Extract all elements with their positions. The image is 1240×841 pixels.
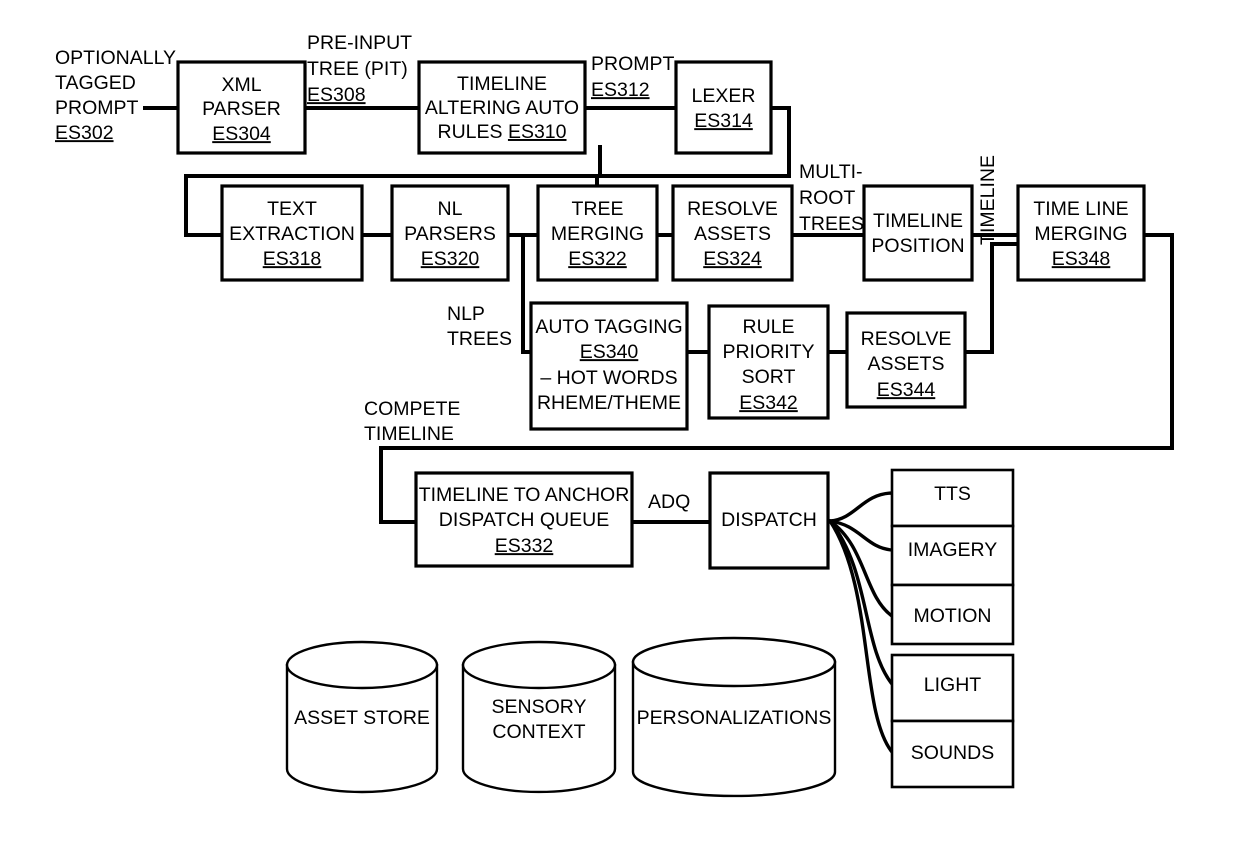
nl-parsers-line-2: PARSERS (404, 223, 496, 245)
label-pre-input-tree: PRE-INPUT TREE (PIT) ES308 (307, 32, 412, 106)
xml-parser-line-1: XML (221, 74, 261, 96)
time-line-merging-line-2: MERGING (1034, 223, 1127, 245)
timeline-anchor-ref: ES332 (495, 535, 554, 557)
flowchart-canvas: XML PARSER ES304 TIMELINE ALTERING AUTO … (55, 32, 1174, 798)
label-prompt-312: PROMPT ES312 (591, 53, 675, 101)
output-label-imagery: IMAGERY (908, 539, 998, 561)
tree-merging-ref: ES322 (568, 248, 627, 270)
output-group-b: LIGHT SOUNDS (890, 653, 1015, 789)
otp-line-3: PROMPT (55, 97, 139, 119)
box-xml-parser[interactable]: XML PARSER ES304 (176, 60, 307, 155)
timeline-rules-ref: ES310 (508, 121, 567, 143)
nlp-line-2: TREES (447, 328, 512, 350)
time-line-merging-line-1: TIME LINE (1033, 198, 1128, 220)
box-time-line-merging[interactable]: TIME LINE MERGING ES348 (1016, 184, 1146, 282)
nl-parsers-line-1: NL (438, 198, 463, 220)
box-auto-tagging[interactable]: AUTO TAGGING ES340 – HOT WORDS RHEME/THE… (529, 301, 689, 431)
tree-merging-line-2: MERGING (551, 223, 644, 245)
box-resolve-assets-324[interactable]: RESOLVE ASSETS ES324 (671, 184, 794, 282)
timeline-position-line-2: POSITION (871, 235, 964, 257)
xml-parser-line-2: PARSER (202, 98, 281, 120)
auto-tagging-line-3: – HOT WORDS (540, 367, 677, 389)
box-timeline-to-anchor-dispatch-queue[interactable]: TIMELINE TO ANCHOR DISPATCH QUEUE ES332 (414, 471, 634, 568)
label-nlp-trees: NLP TREES (447, 303, 512, 350)
mrt-line-1: MULTI- (799, 161, 863, 183)
text-extraction-ref: ES318 (263, 248, 322, 270)
box-tree-merging[interactable]: TREE MERGING ES322 (536, 184, 659, 282)
pit-ref: ES308 (307, 84, 366, 106)
resolve-assets-344-line-2: ASSETS (868, 353, 945, 375)
output-label-motion: MOTION (914, 605, 992, 627)
time-line-merging-ref: ES348 (1052, 248, 1111, 270)
output-group-a: TTS IMAGERY MOTION (890, 468, 1015, 646)
resolve-assets-324-ref: ES324 (703, 248, 762, 270)
text-extraction-line-1: TEXT (267, 198, 317, 220)
datastore-label-asset-store: ASSET STORE (294, 707, 430, 729)
compete-line-1: COMPETE (364, 398, 460, 420)
otp-ref: ES302 (55, 122, 114, 144)
lexer-line-1: LEXER (692, 85, 756, 107)
pit-line-2: TREE (PIT) (307, 58, 408, 80)
output-label-sounds: SOUNDS (911, 742, 994, 764)
label-adq: ADQ (648, 491, 690, 513)
box-resolve-assets-344[interactable]: RESOLVE ASSETS ES344 (845, 311, 967, 409)
resolve-assets-344-ref: ES344 (877, 379, 936, 401)
timeline-anchor-line-2: DISPATCH QUEUE (439, 509, 609, 531)
otp-line-1: OPTIONALLY (55, 47, 176, 69)
edge-dispatch-to-light (828, 519, 894, 686)
rule-priority-ref: ES342 (739, 392, 798, 414)
prompt312-line-1: PROMPT (591, 53, 675, 75)
datastore-label-personalizations: PERSONALIZATIONS (637, 707, 832, 729)
mrt-line-3: TREES (799, 213, 864, 235)
lexer-ref: ES314 (694, 110, 753, 132)
auto-tagging-line-1: AUTO TAGGING (535, 316, 682, 338)
timeline-rules-line-2: ALTERING AUTO (425, 97, 579, 119)
box-lexer[interactable]: LEXER ES314 (674, 60, 773, 155)
datastore-label-sensory-1: SENSORY (491, 696, 586, 718)
box-dispatch[interactable]: DISPATCH (708, 471, 830, 570)
datastore-label-sensory-2: CONTEXT (492, 721, 585, 743)
compete-line-2: TIMELINE (364, 423, 454, 445)
box-timeline-altering-auto-rules[interactable]: TIMELINE ALTERING AUTO RULES ES310 (417, 60, 587, 155)
rule-priority-line-2: PRIORITY (722, 341, 814, 363)
datastore-personalizations[interactable]: PERSONALIZATIONS (631, 636, 837, 798)
rule-priority-line-3: SORT (742, 366, 796, 388)
auto-tagging-ref: ES340 (580, 341, 639, 363)
pit-line-1: PRE-INPUT (307, 32, 412, 54)
edge-dispatch-to-tts (828, 491, 894, 523)
patent-flow-diagram: XML PARSER ES304 TIMELINE ALTERING AUTO … (0, 0, 1240, 841)
resolve-assets-324-line-2: ASSETS (694, 223, 771, 245)
box-text-extraction[interactable]: TEXT EXTRACTION ES318 (220, 184, 364, 282)
edge-dispatch-to-sounds (828, 519, 894, 754)
mrt-line-2: ROOT (799, 187, 855, 209)
tree-merging-line-1: TREE (571, 198, 623, 220)
auto-tagging-line-4: RHEME/THEME (537, 392, 681, 414)
nl-parsers-ref: ES320 (421, 248, 480, 270)
timeline-anchor-line-1: TIMELINE TO ANCHOR (419, 484, 630, 506)
label-multi-root-trees: MULTI- ROOT TREES (799, 161, 864, 235)
box-nl-parsers[interactable]: NL PARSERS ES320 (390, 184, 510, 282)
output-label-tts: TTS (934, 483, 971, 505)
otp-line-2: TAGGED (55, 72, 136, 94)
box-rule-priority-sort[interactable]: RULE PRIORITY SORT ES342 (707, 304, 830, 420)
timeline-rules-line-1: TIMELINE (457, 73, 547, 95)
label-timeline-vertical: TIMELINE (977, 155, 999, 245)
prompt312-ref: ES312 (591, 79, 650, 101)
label-optionally-tagged-prompt: OPTIONALLY TAGGED PROMPT ES302 (55, 47, 176, 144)
timeline-position-line-1: TIMELINE (873, 210, 963, 232)
xml-parser-ref: ES304 (212, 123, 271, 145)
resolve-assets-324-line-1: RESOLVE (687, 198, 778, 220)
box-timeline-position[interactable]: TIMELINE POSITION (862, 184, 974, 282)
timeline-rules-line-3: RULES ES310 (437, 121, 566, 143)
text-extraction-line-2: EXTRACTION (229, 223, 355, 245)
datastore-asset-store[interactable]: ASSET STORE (285, 640, 439, 794)
label-compete-timeline: COMPETE TIMELINE (364, 398, 460, 445)
output-label-light: LIGHT (924, 674, 982, 696)
rule-priority-line-1: RULE (742, 316, 794, 338)
dispatch-label: DISPATCH (721, 509, 817, 531)
nlp-line-1: NLP (447, 303, 485, 325)
resolve-assets-344-line-1: RESOLVE (861, 328, 952, 350)
datastore-sensory-context[interactable]: SENSORY CONTEXT (461, 640, 617, 794)
